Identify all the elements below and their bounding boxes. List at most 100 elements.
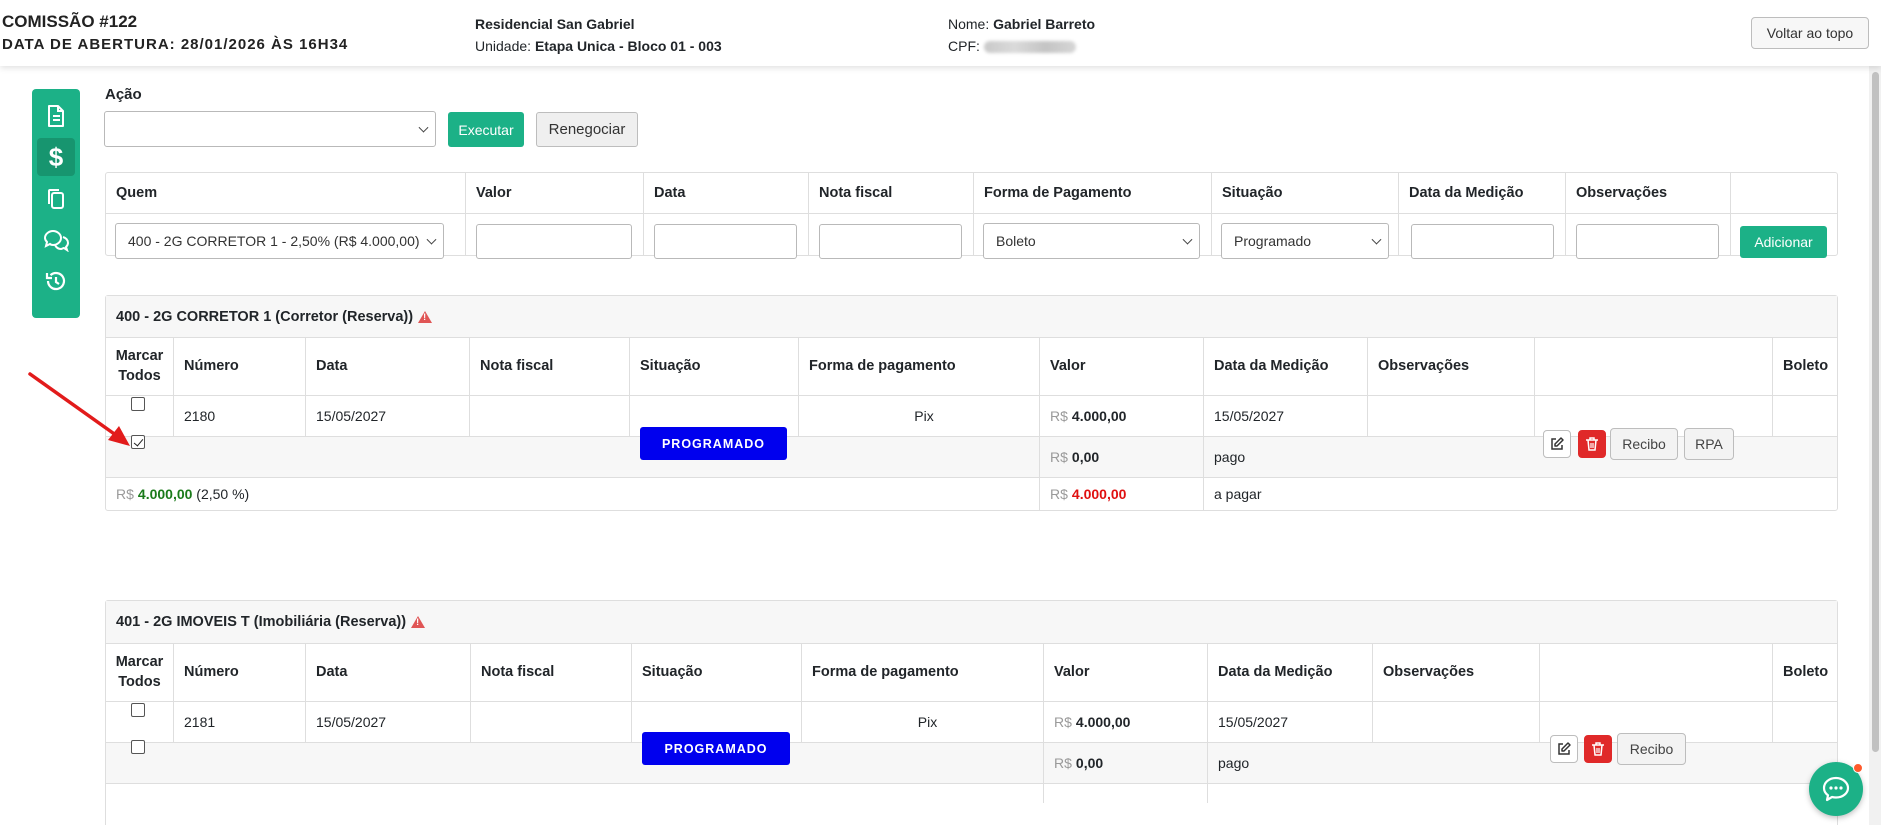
- col-header-nota: Nota fiscal: [819, 185, 893, 201]
- trash-icon: [1586, 437, 1598, 451]
- sidebar-item-messages[interactable]: [37, 221, 75, 259]
- col-header-obs: Observações: [1383, 664, 1475, 680]
- divider: [1772, 337, 1773, 436]
- delete-button[interactable]: [1584, 735, 1612, 763]
- chevron-down-icon: [418, 122, 429, 133]
- scrollbar-thumb[interactable]: [1872, 72, 1879, 752]
- back-to-top-button[interactable]: Voltar ao topo: [1751, 17, 1869, 49]
- paid-value: 0,00: [1071, 448, 1100, 465]
- paid-value: 0,00: [1075, 754, 1104, 771]
- col-header-situacao: Situação: [640, 358, 701, 374]
- cpf-label: CPF:: [948, 38, 980, 54]
- paid-amount: R$ 0,00: [1050, 436, 1099, 477]
- cpf-redacted: [983, 41, 1076, 54]
- history-icon: [45, 271, 66, 291]
- mark-all-checkbox[interactable]: [131, 703, 145, 717]
- project-info: Residencial San Gabriel Unidade: Etapa U…: [475, 13, 722, 57]
- copy-icon: [48, 189, 64, 209]
- edit-button[interactable]: [1543, 430, 1571, 458]
- row-checkbox[interactable]: [131, 740, 145, 754]
- chevron-down-icon: [1371, 234, 1382, 245]
- chevron-down-icon: [1182, 234, 1193, 245]
- observacoes-input[interactable]: [1576, 224, 1719, 259]
- quem-select[interactable]: 400 - 2G CORRETOR 1 - 2,50% (R$ 4.000,00…: [115, 223, 444, 259]
- divider: [106, 213, 1837, 214]
- divider: [470, 643, 471, 742]
- due-label: a pagar: [1214, 486, 1262, 502]
- col-header-valor: Valor: [1054, 664, 1090, 680]
- nota-fiscal-input[interactable]: [819, 224, 962, 259]
- data-input[interactable]: [654, 224, 797, 259]
- add-button[interactable]: Adicionar: [1740, 226, 1827, 258]
- divider: [1207, 643, 1208, 803]
- col-header-data: Data: [654, 185, 686, 201]
- divider: [629, 337, 630, 436]
- sidebar-item-document[interactable]: [37, 97, 75, 135]
- dollar-icon: $: [48, 141, 64, 172]
- situacao-select[interactable]: Programado: [1221, 223, 1389, 259]
- divider: [631, 643, 632, 742]
- recibo-button[interactable]: Recibo: [1610, 428, 1678, 460]
- client-info: Nome: Gabriel Barreto CPF:: [948, 13, 1095, 57]
- col-header-data: Data: [316, 358, 348, 374]
- col-header-boleto: Boleto: [1783, 358, 1829, 374]
- execute-button[interactable]: Executar: [448, 112, 524, 147]
- renegotiate-button[interactable]: Renegociar: [536, 112, 638, 147]
- col-header-mark: Marcar: [115, 348, 164, 364]
- divider: [1730, 173, 1731, 255]
- divider: [1043, 643, 1044, 803]
- section-title-text: 400 - 2G CORRETOR 1 (Corretor (Reserva)): [116, 308, 414, 325]
- action-select[interactable]: [104, 111, 436, 147]
- col-header-obs: Observações: [1576, 185, 1668, 201]
- col-header-medicao: Data da Medição: [1214, 358, 1329, 374]
- recibo-button[interactable]: Recibo: [1617, 733, 1686, 765]
- commission-section-2: 401 - 2G IMOVEIS T (Imobiliária (Reserva…: [105, 600, 1838, 825]
- valor-input[interactable]: [476, 224, 632, 259]
- currency-prefix: R$: [116, 486, 134, 502]
- forma-select-value: Boleto: [996, 233, 1036, 249]
- sidebar-item-commission[interactable]: $: [37, 138, 75, 176]
- row-valor-amount: 4.000,00: [1071, 407, 1127, 424]
- row-data: 15/05/2027: [316, 407, 387, 424]
- section-title: 401 - 2G IMOVEIS T (Imobiliária (Reserva…: [116, 601, 426, 643]
- status-badge: PROGRAMADO: [640, 427, 787, 460]
- divider: [1772, 643, 1773, 742]
- section-title-text: 401 - 2G IMOVEIS T (Imobiliária (Reserva…: [116, 614, 407, 630]
- rpa-button[interactable]: RPA: [1684, 428, 1734, 460]
- row-numero: 2180: [184, 407, 216, 424]
- main-content: $ Ação Executar Renegociar Quem Valor Da…: [0, 66, 1881, 825]
- section-title: 400 - 2G CORRETOR 1 (Corretor (Reserva)): [116, 296, 433, 337]
- page-title: COMISSÃO #122: [2, 12, 138, 31]
- col-header-situacao: Situação: [642, 664, 703, 680]
- col-header-valor: Valor: [1050, 358, 1086, 374]
- project-name: Residencial San Gabriel: [475, 16, 635, 32]
- col-header-medicao: Data da Medição: [1218, 664, 1333, 680]
- sidebar-item-history[interactable]: [37, 262, 75, 300]
- total-pct: (2,50 %): [196, 486, 250, 502]
- annotation-arrow-icon: [28, 372, 130, 446]
- unit-label: Unidade:: [475, 38, 532, 54]
- delete-button[interactable]: [1578, 430, 1606, 458]
- divider: [305, 643, 306, 742]
- divider: [465, 173, 466, 255]
- chat-icon: [43, 229, 70, 252]
- due-value: 4.000,00: [1071, 486, 1127, 502]
- divider: [1039, 337, 1040, 510]
- cpf-line: CPF:: [948, 35, 1095, 57]
- edit-button[interactable]: [1550, 735, 1578, 763]
- action-label: Ação: [105, 86, 142, 103]
- unit-line: Unidade: Etapa Unica - Bloco 01 - 003: [475, 35, 722, 57]
- commission-section-1: 400 - 2G CORRETOR 1 (Corretor (Reserva))…: [105, 295, 1838, 511]
- row-data: 15/05/2027: [316, 713, 387, 730]
- name-line: Nome: Gabriel Barreto: [948, 13, 1095, 35]
- col-header-mark: Marcar: [115, 654, 164, 670]
- sidebar-item-copies[interactable]: [37, 180, 75, 218]
- divider: [1539, 643, 1540, 742]
- paid-label: pago: [1214, 448, 1246, 465]
- data-medicao-input[interactable]: [1411, 224, 1554, 259]
- col-header-quem: Quem: [116, 185, 158, 201]
- divider: [173, 643, 174, 742]
- side-nav: $: [32, 89, 80, 318]
- forma-pagamento-select[interactable]: Boleto: [983, 223, 1200, 259]
- divider: [808, 173, 809, 255]
